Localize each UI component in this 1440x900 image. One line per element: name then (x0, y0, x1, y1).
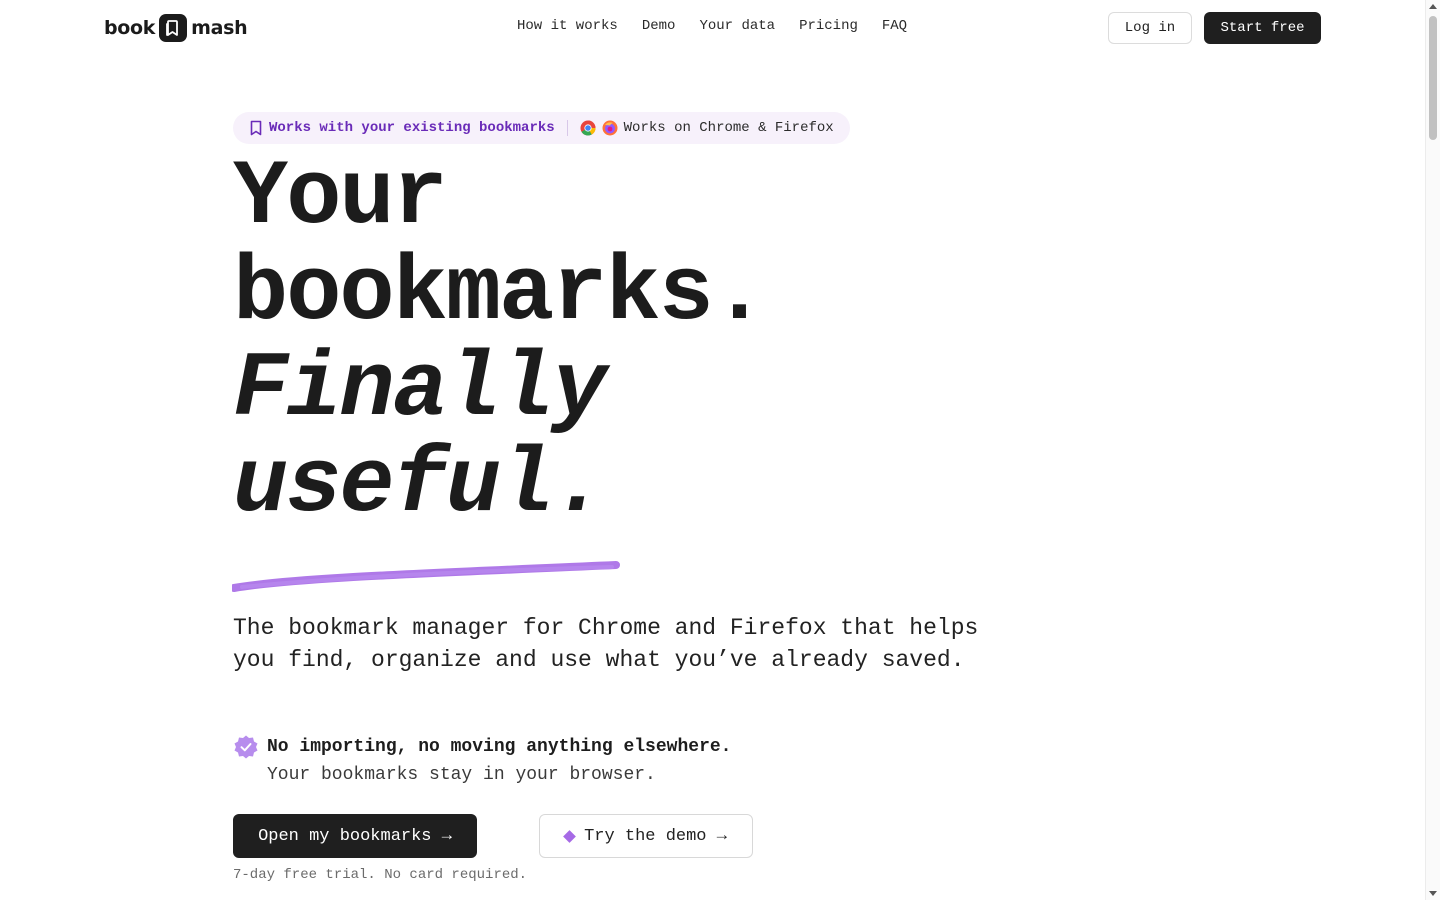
nav-link-demo[interactable]: Demo (642, 18, 676, 34)
hero-headline: Your bookmarks. Finally useful. (233, 145, 767, 538)
logo-text-right: mash (191, 17, 248, 39)
chrome-icon (580, 120, 596, 136)
headline-line-1: Your (233, 145, 448, 250)
logo-text-left: book (104, 17, 156, 39)
nav-links: How it works Demo Your data Pricing FAQ (517, 18, 907, 34)
scroll-thumb[interactable] (1429, 16, 1437, 140)
try-demo-button[interactable]: Try the demo → (539, 814, 753, 858)
try-demo-label: Try the demo → (584, 826, 727, 846)
trial-note: 7-day free trial. No card required. (233, 867, 528, 883)
bookmark-icon (250, 120, 262, 136)
page-scrollbar[interactable] (1425, 0, 1440, 900)
firefox-icon (602, 120, 618, 136)
verified-check-icon (234, 735, 258, 759)
feature-description: Your bookmarks stay in your browser. (267, 765, 656, 785)
scroll-up-icon[interactable] (1429, 4, 1437, 9)
badge-main: Works with your existing bookmarks (249, 120, 555, 136)
open-bookmarks-button[interactable]: Open my bookmarks → (233, 814, 477, 858)
start-free-button[interactable]: Start free (1204, 12, 1321, 44)
badge-browsers: Works on Chrome & Firefox (580, 120, 834, 136)
headline-line-3: Finally (233, 337, 607, 442)
headline-line-2: bookmarks. (233, 241, 767, 346)
compatibility-badge: Works with your existing bookmarks Works… (233, 112, 850, 144)
nav-link-pricing[interactable]: Pricing (799, 18, 858, 34)
bookmark-logo-icon (159, 14, 188, 42)
badge-browsers-text: Works on Chrome & Firefox (623, 120, 834, 136)
badge-main-text: Works with your existing bookmarks (269, 120, 555, 136)
brush-underline (232, 561, 620, 592)
logo[interactable]: book mash (104, 12, 248, 44)
login-button[interactable]: Log in (1108, 12, 1192, 44)
nav-link-faq[interactable]: FAQ (882, 18, 907, 34)
nav-link-your-data[interactable]: Your data (699, 18, 775, 34)
diamond-icon (563, 829, 576, 843)
nav-link-how-it-works[interactable]: How it works (517, 18, 618, 34)
badge-divider (566, 120, 568, 136)
feature-title: No importing, no moving anything elsewhe… (267, 737, 732, 757)
headline-line-4: useful. (233, 433, 607, 538)
top-nav: book mash How it works Demo Your data Pr… (0, 0, 1425, 56)
hero-subtitle: The bookmark manager for Chrome and Fire… (233, 615, 979, 673)
feature-point: No importing, no moving anything elsewhe… (233, 733, 731, 789)
scroll-down-icon[interactable] (1429, 891, 1437, 896)
